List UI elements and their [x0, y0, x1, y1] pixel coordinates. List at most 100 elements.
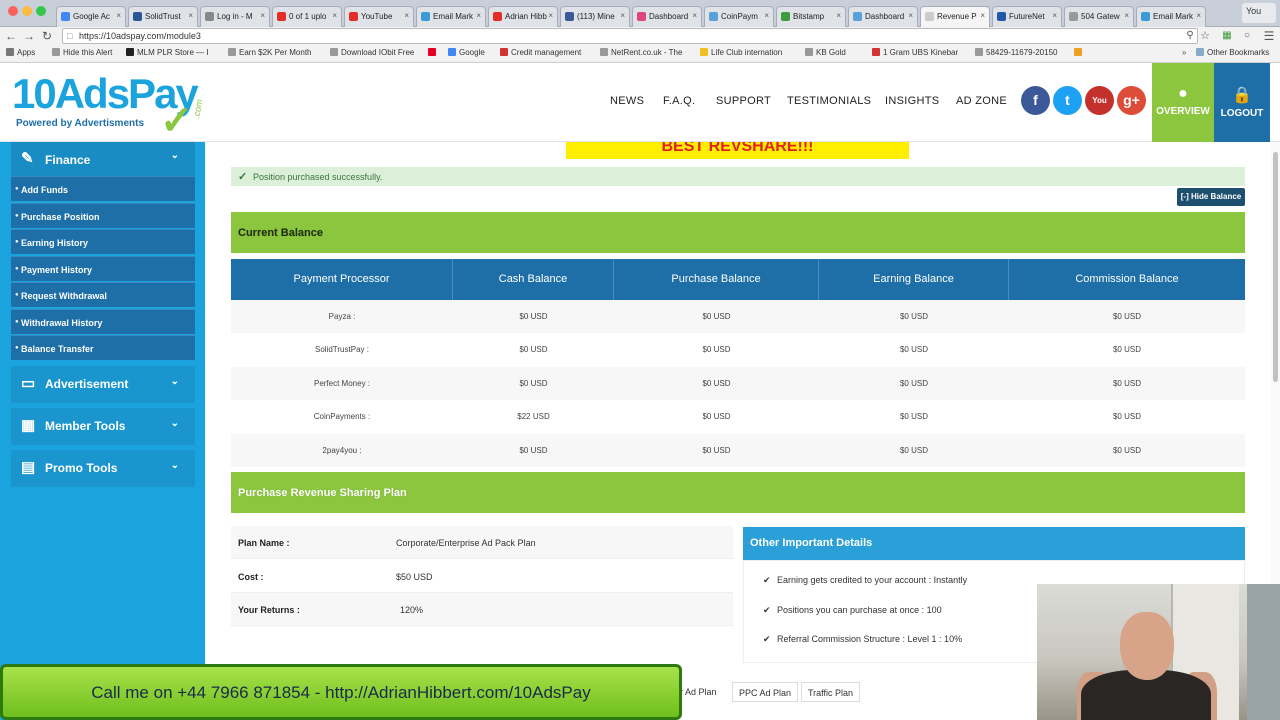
close-tab-icon[interactable]: × [476, 11, 481, 20]
bookmark-item[interactable]: NetRent.co.uk - The [600, 48, 682, 57]
browser-tab[interactable]: 504 Gatew × [1064, 6, 1134, 27]
sidebar-item-withdrawal-history[interactable]: ● Withdrawal History [11, 308, 195, 334]
bookmark-item[interactable]: Apps [6, 48, 35, 57]
browser-tab[interactable]: Revenue P × [920, 6, 990, 27]
sidebar-item-member-tools[interactable]: ▦ Member Tools ⌄ [11, 408, 195, 445]
back-icon[interactable]: ← [4, 28, 18, 44]
plan-tab[interactable]: PPC Ad Plan [732, 682, 799, 702]
page-scrollbar[interactable] [1271, 142, 1280, 584]
extension-icon[interactable]: ○ [1240, 28, 1254, 44]
sidebar-item-advertisement[interactable]: ▭ Advertisement ⌄ [11, 366, 195, 403]
search-icon[interactable]: ⚲ [1183, 28, 1197, 44]
tab-favicon-icon [997, 12, 1006, 21]
bookmark-item[interactable]: Download IObit Free [330, 48, 414, 57]
close-tab-icon[interactable]: × [692, 11, 697, 20]
detail-text: Referral Commission Structure : Level 1 … [777, 634, 963, 644]
menu-icon[interactable]: ☰ [1262, 28, 1276, 44]
sidebar-item-purchase-position[interactable]: ● Purchase Position [11, 202, 195, 228]
bookmark-item[interactable]: 1 Gram UBS Kinebar [872, 48, 958, 57]
sidebar-item-request-withdrawal[interactable]: ● Request Withdrawal [11, 282, 195, 307]
browser-tab[interactable]: 0 of 1 uplo × [272, 6, 342, 27]
close-tab-icon[interactable]: × [332, 11, 337, 20]
facebook-icon[interactable]: f [1021, 86, 1050, 115]
url-text: https://10adspay.com/module3 [79, 31, 201, 41]
star-icon[interactable]: ☆ [1198, 28, 1212, 44]
browser-tab[interactable]: YouTube × [344, 6, 414, 27]
site-logo[interactable]: 10AdsPay ✓ .com Powered by Advertisments [12, 70, 212, 143]
sidebar-finance-header[interactable]: ✎ Finance ⌄ [11, 142, 195, 176]
close-tab-icon[interactable]: × [1052, 11, 1057, 20]
scrollbar-thumb[interactable] [1273, 152, 1278, 382]
browser-tab[interactable]: SolidTrust × [128, 6, 198, 27]
bookmark-item[interactable]: Credit management [500, 48, 581, 57]
close-tab-icon[interactable]: × [980, 11, 985, 20]
bookmark-item[interactable]: Google [448, 48, 485, 57]
address-bar[interactable]: □ https://10adspay.com/module3 [62, 28, 1198, 44]
bookmark-item[interactable]: KB Gold [805, 48, 846, 57]
nav-support[interactable]: SUPPORT [716, 95, 771, 107]
sidebar-item-payment-history[interactable]: ● Payment History [11, 255, 195, 281]
close-tab-icon[interactable]: × [836, 11, 841, 20]
bookmark-item[interactable] [1074, 48, 1085, 57]
browser-tab[interactable]: CoinPaym × [704, 6, 774, 27]
plan-tab[interactable]: Traffic Plan [801, 682, 861, 702]
nav-faq[interactable]: F.A.Q. [663, 95, 695, 107]
nav-insights[interactable]: INSIGHTS [885, 95, 939, 107]
close-tab-icon[interactable]: × [404, 11, 409, 20]
webcam-background-window [1247, 584, 1280, 720]
bookmark-item[interactable]: Hide this Alert [52, 48, 112, 57]
close-tab-icon[interactable]: × [620, 11, 625, 20]
bookmark-item[interactable] [428, 48, 439, 57]
sidebar-item-earning-history[interactable]: ● Earning History [11, 229, 195, 254]
sidebar-item-promo-tools[interactable]: ▤ Promo Tools ⌄ [11, 450, 195, 487]
close-tab-icon[interactable]: × [260, 11, 265, 20]
bookmarks-overflow-icon[interactable]: » [1182, 48, 1186, 57]
maximize-window-button[interactable] [36, 6, 46, 16]
minimize-window-button[interactable] [22, 6, 32, 16]
bookmark-item[interactable]: 58429-11679-20150 [975, 48, 1057, 57]
overview-button[interactable]: ● OVERVIEW [1152, 63, 1214, 142]
browser-tab[interactable]: Log in - M × [200, 6, 270, 27]
browser-tab[interactable]: Email Mark × [1136, 6, 1206, 27]
other-bookmarks[interactable]: Other Bookmarks [1196, 48, 1269, 57]
youtube-icon[interactable]: You [1085, 86, 1114, 115]
sidebar-item-add-funds[interactable]: ● Add Funds [11, 176, 195, 201]
bookmark-icon [700, 48, 708, 56]
close-tab-icon[interactable]: × [908, 11, 913, 20]
bookmark-item[interactable]: Earn $2K Per Month [228, 48, 311, 57]
close-tab-icon[interactable]: × [548, 11, 553, 20]
balance-table-header: Payment Processor Cash Balance Purchase Ba… [231, 259, 1245, 300]
tab-favicon-icon [133, 12, 142, 21]
balance-cell: $0 USD [899, 445, 928, 455]
browser-tab[interactable]: Google Ac × [56, 6, 126, 27]
extension-icon[interactable]: ▦ [1220, 28, 1234, 44]
bookmark-item[interactable]: MLM PLR Store — I [126, 48, 209, 57]
sidebar-item-balance-transfer[interactable]: ● Balance Transfer [11, 335, 195, 360]
tab-favicon-icon [349, 12, 358, 21]
hide-balance-button[interactable]: [-] Hide Balance [1177, 188, 1245, 206]
close-tab-icon[interactable]: × [1196, 11, 1201, 20]
chevron-down-icon: ⌄ [170, 150, 179, 161]
bookmark-item[interactable]: Life Club internation [700, 48, 782, 57]
close-tab-icon[interactable]: × [1124, 11, 1129, 20]
close-tab-icon[interactable]: × [764, 11, 769, 20]
browser-tab[interactable]: Bitstamp × [776, 6, 846, 27]
nav-testimonials[interactable]: TESTIMONIALS [787, 95, 871, 107]
browser-tab[interactable]: Dashboard × [632, 6, 702, 27]
profile-button[interactable]: You [1242, 3, 1276, 23]
close-tab-icon[interactable]: × [116, 11, 121, 20]
close-tab-icon[interactable]: × [188, 11, 193, 20]
browser-tab[interactable]: FutureNet × [992, 6, 1062, 27]
google-plus-icon[interactable]: g+ [1117, 86, 1146, 115]
nav-news[interactable]: NEWS [610, 95, 644, 107]
browser-tab[interactable]: (113) Mine × [560, 6, 630, 27]
forward-icon[interactable]: → [22, 28, 36, 44]
reload-icon[interactable]: ↻ [40, 28, 54, 44]
browser-tab[interactable]: Adrian Hibb × [488, 6, 558, 27]
browser-tab[interactable]: Dashboard × [848, 6, 918, 27]
close-window-button[interactable] [8, 6, 18, 16]
nav-ad-zone[interactable]: AD ZONE [956, 95, 1007, 107]
twitter-icon[interactable]: t [1053, 86, 1082, 115]
browser-tab[interactable]: Email Mark × [416, 6, 486, 27]
logout-button[interactable]: 🔒 LOGOUT [1214, 63, 1270, 142]
